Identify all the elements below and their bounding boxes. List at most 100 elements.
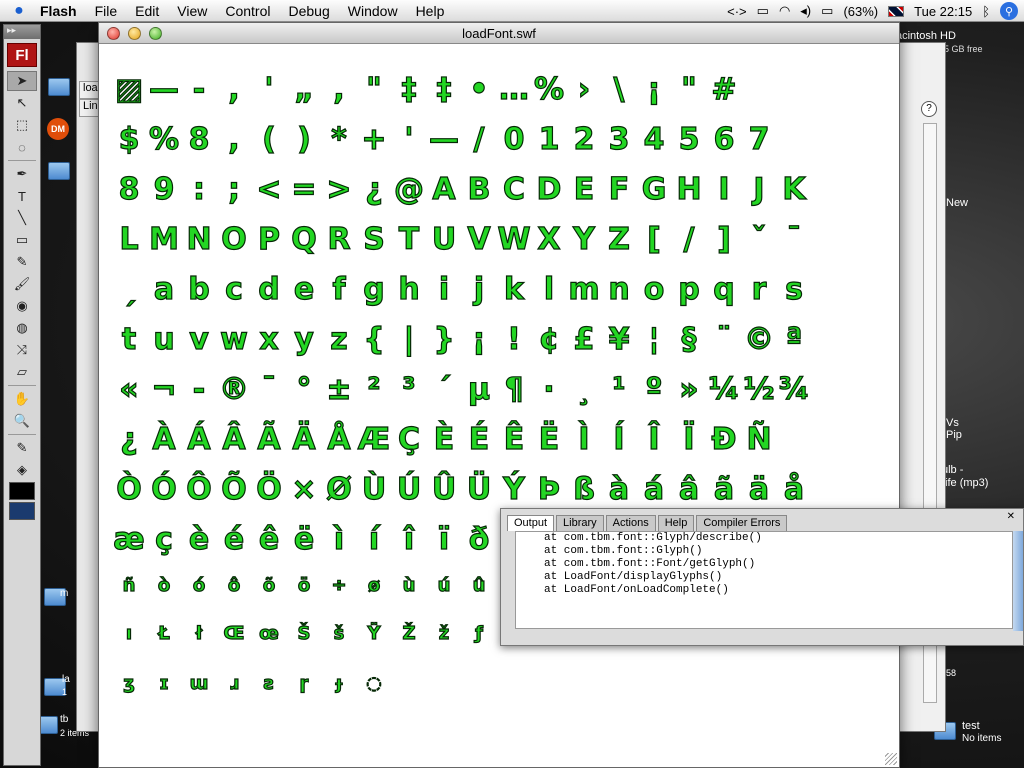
console-line: at LoadFont/onLoadComplete() — [544, 584, 729, 596]
flash-logo: Fl — [7, 43, 37, 67]
close-icon[interactable]: ✕ — [1007, 511, 1015, 522]
swf-stage: ▨ — -, ' „, " ‡ ‡ •…% › \ ¡ " # $% 8,() * + ' —/0 1 2 3 4 5 6 7 8 9:… — [99, 45, 899, 767]
menu-view[interactable]: View — [168, 3, 216, 19]
glyph-cell: s — [784, 272, 803, 307]
glyph-cell: 7 — [748, 122, 770, 157]
menu-file[interactable]: File — [86, 3, 127, 19]
test-folder-name[interactable]: test — [962, 720, 980, 732]
zoom-button[interactable] — [149, 27, 162, 40]
glyph-cell: å — [783, 472, 805, 507]
menu-control[interactable]: Control — [216, 3, 279, 19]
tool-list: ➤ ↖ ⬚ ◌ ✒ T ╲ ▭ ✎ 🖌 ◉ ◍ ⤨ ▱ ✋ 🔍 ✎ ◈ — [4, 71, 40, 520]
close-button[interactable] — [107, 27, 120, 40]
glyph-cell: K — [782, 172, 806, 207]
glyph-cell: # — [711, 72, 737, 107]
window-controls — [107, 27, 162, 40]
menu-debug[interactable]: Debug — [280, 3, 339, 19]
output-tab-help[interactable]: Help — [657, 515, 695, 531]
dm-app-icon[interactable]: DM — [47, 118, 69, 140]
menu-extras: <·> ▭ ◠ ◂) ▭ (63%) Tue 22:15 ᛒ ⚲ — [727, 0, 1024, 22]
code-icon[interactable]: <·> — [727, 4, 747, 19]
apple-menu-icon[interactable]: ● — [0, 2, 38, 20]
stroke-color-icon[interactable]: ✎ — [7, 438, 37, 458]
display-icon[interactable]: ▭ — [757, 3, 769, 19]
output-console[interactable]: at com.tbm.font::Glyph/describe() at com.… — [515, 531, 1013, 629]
text-tool-icon[interactable]: T — [7, 186, 37, 206]
glyph-cell: ¾ — [778, 372, 810, 407]
hand-tool-icon[interactable]: ✋ — [7, 389, 37, 409]
tool-separator — [8, 160, 36, 161]
console-line: at com.tbm.font::Glyph/describe() — [544, 532, 762, 544]
console-line: at com.tbm.font::Font/getGlyph() — [544, 558, 756, 570]
clock[interactable]: Tue 22:15 — [914, 4, 972, 19]
desktop-label: 1 — [62, 687, 68, 697]
fill-swatch[interactable] — [9, 502, 35, 520]
minimize-button[interactable] — [128, 27, 141, 40]
output-tab-compiler-errors[interactable]: Compiler Errors — [696, 515, 788, 531]
glyph-cell: ª — [785, 322, 803, 357]
volume-icon[interactable]: ◂) — [800, 3, 811, 19]
free-transform-tool-icon[interactable]: ⬚ — [7, 115, 37, 135]
glyph-cell: ◌ — [366, 673, 383, 694]
folder-icon[interactable] — [48, 162, 70, 180]
desktop-label: 58 — [946, 668, 957, 678]
tool-separator — [8, 385, 36, 386]
output-tabs: Output Library Actions Help Compiler Errors — [501, 509, 1023, 531]
folder-icon[interactable] — [48, 78, 70, 96]
battery-percent[interactable]: (63%) — [843, 4, 878, 19]
ink-bottle-tool-icon[interactable]: ◉ — [7, 296, 37, 316]
console-line: at LoadFont/displayGlyphs() — [544, 571, 723, 583]
eyedropper-tool-icon[interactable]: ⤨ — [7, 340, 37, 360]
palette-grip[interactable]: ▸▸ — [4, 25, 40, 39]
output-tab-actions[interactable]: Actions — [605, 515, 656, 531]
swf-player-window: loadFont.swf ▨ — -, ' „, " ‡ ‡ •…% › \ ¡ " # $% 8,() * + '… — [98, 22, 900, 768]
paint-bucket-tool-icon[interactable]: ◍ — [7, 318, 37, 338]
menu-help[interactable]: Help — [407, 3, 454, 19]
pencil-tool-icon[interactable]: ✎ — [7, 252, 37, 272]
test-folder-info: No items — [962, 733, 1002, 744]
help-icon[interactable]: ? — [921, 101, 937, 117]
window-title: loadFont.swf — [462, 26, 536, 41]
fill-color-icon[interactable]: ◈ — [7, 460, 37, 480]
output-tab-library[interactable]: Library — [556, 515, 604, 531]
spotlight-icon[interactable]: ⚲ — [1000, 2, 1018, 20]
desktop-label[interactable]: Vs — [946, 417, 959, 429]
menubar: ● Flash File Edit View Control Debug Window He… — [0, 0, 1024, 22]
rectangle-tool-icon[interactable]: ▭ — [7, 230, 37, 250]
menu-window[interactable]: Window — [339, 3, 407, 19]
lasso-tool-icon[interactable]: ◌ — [7, 137, 37, 157]
tools-palette: ▸▸ Fl ➤ ↖ ⬚ ◌ ✒ T ╲ ▭ ✎ 🖌 ◉ ◍ ⤨ ▱ ✋ 🔍 ✎ ◈ — [3, 24, 41, 766]
desktop-label[interactable]: tb — [60, 714, 68, 725]
tool-separator — [8, 434, 36, 435]
line-tool-icon[interactable]: ╲ — [7, 208, 37, 228]
app-menu[interactable]: Flash — [38, 3, 86, 19]
desktop-label[interactable]: New — [946, 197, 968, 209]
pen-tool-icon[interactable]: ✒ — [7, 164, 37, 184]
brush-tool-icon[interactable]: 🖌 — [7, 274, 37, 294]
uk-flag-icon[interactable] — [888, 5, 905, 17]
resize-handle[interactable] — [885, 753, 897, 765]
glyph-cell: ¯ — [786, 222, 802, 257]
desktop-label[interactable]: Pip — [946, 429, 962, 441]
menu-list: File Edit View Control Debug Window Help — [86, 3, 454, 19]
desktop-label[interactable]: .ife (mp3) — [942, 477, 988, 489]
output-panel: Output Library Actions Help Compiler Errors … — [500, 508, 1024, 646]
battery-icon[interactable]: ▭ — [821, 3, 833, 19]
output-tab-output[interactable]: Output — [507, 515, 555, 531]
desktop-label[interactable]: m — [60, 588, 68, 599]
glyph-cell: ð — [468, 522, 490, 557]
swf-titlebar[interactable]: loadFont.swf — [99, 23, 899, 44]
output-scrollbar[interactable] — [1013, 531, 1023, 631]
drive-name[interactable]: acintosh HD — [896, 30, 956, 42]
desktop-label[interactable]: la — [62, 674, 70, 685]
wifi-icon[interactable]: ◠ — [779, 3, 790, 19]
selection-tool-icon[interactable]: ➤ — [7, 71, 37, 91]
eraser-tool-icon[interactable]: ▱ — [7, 362, 37, 382]
glyph-cell: Ñ — [746, 422, 772, 457]
menu-edit[interactable]: Edit — [126, 3, 168, 19]
zoom-tool-icon[interactable]: 🔍 — [7, 411, 37, 431]
subselection-tool-icon[interactable]: ↖ — [7, 93, 37, 113]
stroke-swatch[interactable] — [9, 482, 35, 500]
console-line: at com.tbm.font::Glyph() — [544, 545, 703, 557]
bluetooth-icon[interactable]: ᛒ — [982, 4, 990, 19]
